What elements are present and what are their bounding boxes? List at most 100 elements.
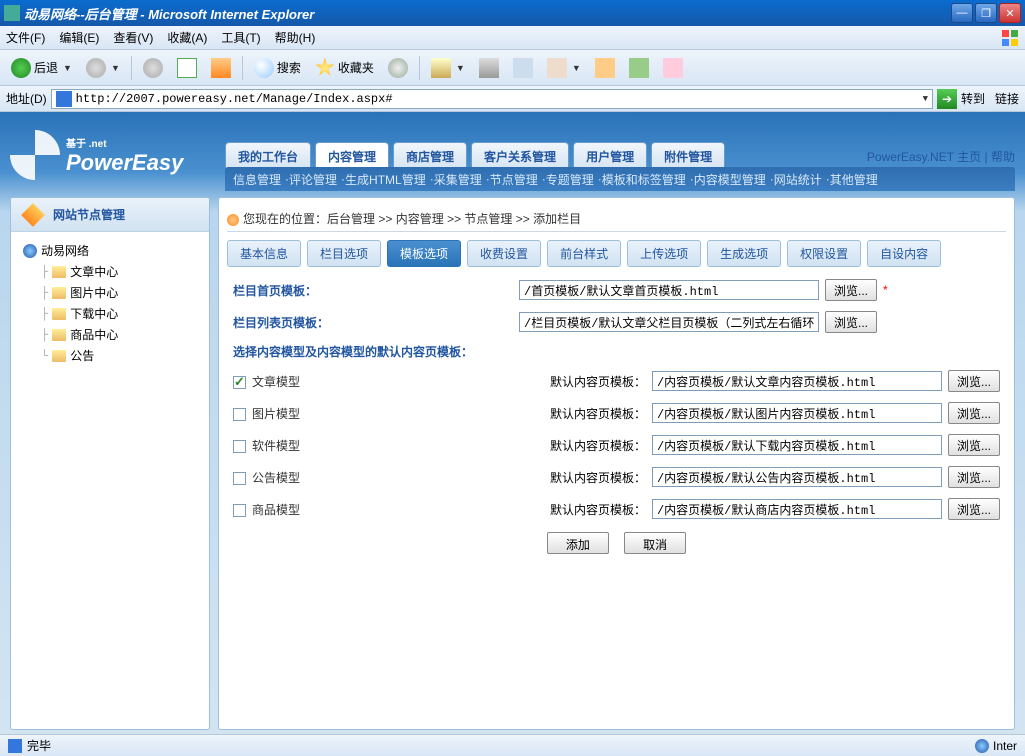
menu-file[interactable]: 文件(F) bbox=[6, 29, 45, 46]
menu-help[interactable]: 帮助(H) bbox=[275, 29, 316, 46]
browse-model-tmpl[interactable]: 浏览... bbox=[948, 466, 1000, 488]
back-button[interactable]: 后退▼ bbox=[6, 55, 77, 81]
model-checkbox[interactable] bbox=[233, 504, 246, 517]
print-button[interactable] bbox=[474, 55, 504, 81]
subnav-comment[interactable]: 评论管理 bbox=[289, 171, 337, 188]
sidebar: 网站节点管理 动易网络 ├文章中心 ├图片中心 ├下载中心 ├商品中心 └公告 bbox=[10, 197, 210, 730]
tab-crm[interactable]: 客户关系管理 bbox=[471, 142, 569, 170]
tb-extra-3[interactable] bbox=[590, 55, 620, 81]
status-text: 完毕 bbox=[27, 737, 51, 754]
menu-edit[interactable]: 编辑(E) bbox=[59, 29, 99, 46]
model-tmpl-input[interactable] bbox=[652, 499, 942, 519]
links-label[interactable]: 链接 bbox=[995, 90, 1019, 107]
model-tmpl-input[interactable] bbox=[652, 403, 942, 423]
forward-button[interactable]: ▼ bbox=[81, 55, 125, 81]
subnav-model[interactable]: 内容模型管理 bbox=[694, 171, 766, 188]
mail-button[interactable]: ▼ bbox=[426, 55, 470, 81]
model-checkbox[interactable] bbox=[233, 376, 246, 389]
favorites-button[interactable]: 收藏夹 bbox=[310, 55, 379, 81]
tab-attachment-mgmt[interactable]: 附件管理 bbox=[651, 142, 725, 170]
subnav-template[interactable]: 模板和标签管理 bbox=[602, 171, 686, 188]
menu-view[interactable]: 查看(V) bbox=[113, 29, 153, 46]
subtab-template-opts[interactable]: 模板选项 bbox=[387, 240, 461, 267]
tb-extra-4[interactable] bbox=[624, 55, 654, 81]
tree-root[interactable]: 动易网络 bbox=[19, 240, 201, 261]
go-label[interactable]: 转到 bbox=[961, 90, 985, 107]
tree-label: 下载中心 bbox=[70, 305, 118, 322]
address-label: 地址(D) bbox=[6, 90, 47, 107]
maximize-button[interactable]: ❐ bbox=[975, 3, 997, 23]
model-row: 商品模型默认内容页模板：浏览... bbox=[233, 498, 1000, 520]
subnav-topic[interactable]: 专题管理 bbox=[546, 171, 594, 188]
search-button[interactable]: 搜索 bbox=[249, 55, 306, 81]
cancel-button[interactable]: 取消 bbox=[624, 532, 686, 554]
model-checkbox[interactable] bbox=[233, 440, 246, 453]
folder-icon bbox=[52, 350, 66, 362]
globe-icon bbox=[23, 244, 37, 258]
browse-model-tmpl[interactable]: 浏览... bbox=[948, 370, 1000, 392]
tb-extra-5[interactable] bbox=[658, 55, 688, 81]
tb-extra-2[interactable]: ▼ bbox=[542, 55, 586, 81]
subnav-info[interactable]: 信息管理 bbox=[233, 171, 281, 188]
menu-tools[interactable]: 工具(T) bbox=[221, 29, 260, 46]
subtab-front-style[interactable]: 前台样式 bbox=[547, 240, 621, 267]
crumb-2[interactable]: 内容管理 bbox=[396, 212, 444, 226]
add-button[interactable]: 添加 bbox=[547, 532, 609, 554]
subnav-genhtml[interactable]: 生成HTML管理 bbox=[345, 171, 426, 188]
form: 栏目首页模板： 浏览... * 栏目列表页模板： 浏览... 选择内容模型及内容… bbox=[227, 279, 1006, 554]
subnav-collect[interactable]: 采集管理 bbox=[434, 171, 482, 188]
subtab-gen[interactable]: 生成选项 bbox=[707, 240, 781, 267]
tree-label: 商品中心 bbox=[70, 326, 118, 343]
subnav-stats[interactable]: 网站统计 bbox=[774, 171, 822, 188]
link-help[interactable]: 帮助 bbox=[991, 150, 1015, 164]
model-cell: 文章模型 bbox=[233, 373, 333, 390]
input-home-tmpl[interactable] bbox=[519, 280, 819, 300]
close-button[interactable]: ✕ bbox=[999, 3, 1021, 23]
browse-list-tmpl[interactable]: 浏览... bbox=[825, 311, 877, 333]
subtab-custom[interactable]: 自设内容 bbox=[867, 240, 941, 267]
subtab-column-opts[interactable]: 栏目选项 bbox=[307, 240, 381, 267]
crumb-3[interactable]: 节点管理 bbox=[464, 212, 512, 226]
link-home[interactable]: PowerEasy.NET 主页 bbox=[867, 150, 981, 164]
tree-item-announce[interactable]: └公告 bbox=[37, 345, 201, 366]
subnav-other[interactable]: 其他管理 bbox=[830, 171, 878, 188]
browse-home-tmpl[interactable]: 浏览... bbox=[825, 279, 877, 301]
minimize-button[interactable]: — bbox=[951, 3, 973, 23]
zone-text: Inter bbox=[993, 739, 1017, 753]
menu-fav[interactable]: 收藏(A) bbox=[167, 29, 207, 46]
model-cell: 公告模型 bbox=[233, 469, 333, 486]
tb-extra-1[interactable] bbox=[508, 55, 538, 81]
refresh-button[interactable] bbox=[172, 55, 202, 81]
go-button[interactable]: ➔ bbox=[937, 89, 957, 109]
browse-model-tmpl[interactable]: 浏览... bbox=[948, 434, 1000, 456]
tab-content-mgmt[interactable]: 内容管理 bbox=[315, 142, 389, 170]
sub-tabs: 基本信息 栏目选项 模板选项 收费设置 前台样式 上传选项 生成选项 权限设置 … bbox=[227, 240, 1006, 267]
subtab-basic[interactable]: 基本信息 bbox=[227, 240, 301, 267]
model-tmpl-input[interactable] bbox=[652, 435, 942, 455]
tab-shop-mgmt[interactable]: 商店管理 bbox=[393, 142, 467, 170]
model-tmpl-input[interactable] bbox=[652, 371, 942, 391]
model-checkbox[interactable] bbox=[233, 472, 246, 485]
subnav-node[interactable]: 节点管理 bbox=[490, 171, 538, 188]
address-input[interactable]: http://2007.powereasy.net/Manage/Index.a… bbox=[51, 89, 933, 109]
tree-line: ├ bbox=[41, 286, 48, 300]
model-tmpl-input[interactable] bbox=[652, 467, 942, 487]
tree-item-article[interactable]: ├文章中心 bbox=[37, 261, 201, 282]
tree-item-image[interactable]: ├图片中心 bbox=[37, 282, 201, 303]
stop-button[interactable] bbox=[138, 55, 168, 81]
tab-workbench[interactable]: 我的工作台 bbox=[225, 142, 311, 170]
home-button[interactable] bbox=[206, 55, 236, 81]
browse-model-tmpl[interactable]: 浏览... bbox=[948, 498, 1000, 520]
tree-item-product[interactable]: ├商品中心 bbox=[37, 324, 201, 345]
browse-model-tmpl[interactable]: 浏览... bbox=[948, 402, 1000, 424]
tab-user-mgmt[interactable]: 用户管理 bbox=[573, 142, 647, 170]
input-list-tmpl[interactable] bbox=[519, 312, 819, 332]
subtab-perm[interactable]: 权限设置 bbox=[787, 240, 861, 267]
model-checkbox[interactable] bbox=[233, 408, 246, 421]
tree-item-download[interactable]: ├下载中心 bbox=[37, 303, 201, 324]
subtab-upload[interactable]: 上传选项 bbox=[627, 240, 701, 267]
history-button[interactable] bbox=[383, 55, 413, 81]
chevron-down-icon[interactable]: ▼ bbox=[923, 94, 928, 104]
crumb-1[interactable]: 后台管理 bbox=[327, 212, 375, 226]
subtab-fee[interactable]: 收费设置 bbox=[467, 240, 541, 267]
